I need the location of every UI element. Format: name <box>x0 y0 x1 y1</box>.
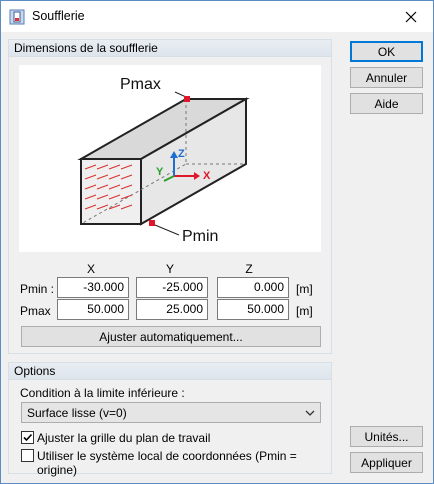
condition-select[interactable]: Surface lisse (v=0) <box>21 402 321 423</box>
window-title: Soufflerie <box>32 9 85 23</box>
local-coords-checkbox[interactable] <box>21 449 34 462</box>
axis-x-label: X <box>203 170 211 182</box>
close-icon <box>405 11 417 22</box>
grid-checkbox-label[interactable]: Ajuster la grille du plan de travail <box>37 431 210 445</box>
pmax-z-field[interactable]: 50.000 <box>217 299 289 320</box>
col-z-header: Z <box>245 262 253 276</box>
app-icon <box>9 9 25 25</box>
apply-button[interactable]: Appliquer <box>350 452 423 473</box>
cancel-button[interactable]: Annuler <box>350 67 423 88</box>
condition-select-value: Surface lisse (v=0) <box>27 406 127 420</box>
ok-button[interactable]: OK <box>350 41 423 62</box>
pmax-unit: [m] <box>296 304 313 318</box>
units-button[interactable]: Unités... <box>350 426 423 447</box>
dimensions-group-header: Dimensions de la soufflerie <box>9 40 331 57</box>
title-bar: Soufflerie <box>1 1 433 32</box>
grid-checkbox[interactable] <box>21 431 34 444</box>
local-coords-checkbox-label[interactable]: Utiliser le système local de coordonnées… <box>37 449 331 477</box>
pmin-marker <box>149 220 155 226</box>
pmin-y-field[interactable]: -25.000 <box>136 277 208 298</box>
pmin-x-field[interactable]: -30.000 <box>57 277 129 298</box>
wind-tunnel-diagram: X Z Y Pmax Pmin <box>19 65 321 252</box>
chevron-down-icon <box>305 410 315 416</box>
help-button[interactable]: Aide <box>350 93 423 114</box>
pmax-diagram-label: Pmax <box>120 76 161 93</box>
close-button[interactable] <box>389 1 433 32</box>
dimensions-group: Dimensions de la soufflerie X Z Y Pmax P… <box>8 39 332 354</box>
checkmark-icon <box>23 433 33 442</box>
options-group-header: Options <box>9 363 331 380</box>
pmin-unit: [m] <box>296 282 313 296</box>
options-group-title: Options <box>14 364 56 378</box>
options-group: Options Condition à la limite inférieure… <box>8 362 332 477</box>
pmax-y-field[interactable]: 25.000 <box>136 299 208 320</box>
pmin-diagram-label: Pmin <box>182 228 218 245</box>
axis-y-label: Y <box>156 166 164 178</box>
pmax-label: Pmax <box>20 304 51 318</box>
auto-adjust-button[interactable]: Ajuster automatiquement... <box>21 326 321 347</box>
condition-label: Condition à la limite inférieure : <box>20 386 185 400</box>
pmax-x-field[interactable]: 50.000 <box>57 299 129 320</box>
dialog-window: Soufflerie Dimensions de la soufflerie X… <box>0 0 434 484</box>
pmin-label: Pmin : <box>20 282 55 296</box>
pmin-z-field[interactable]: 0.000 <box>217 277 289 298</box>
pmax-marker <box>184 96 190 102</box>
dimensions-group-title: Dimensions de la soufflerie <box>14 41 158 55</box>
axis-z-label: Z <box>178 148 185 160</box>
